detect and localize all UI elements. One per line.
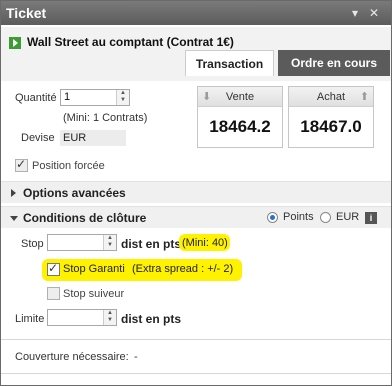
title-bar: Ticket ▾ ✕ bbox=[1, 1, 391, 25]
arrow-up-icon: ⬆ bbox=[359, 91, 369, 103]
limit-unit: dist en pts bbox=[121, 312, 182, 326]
devise-value: EUR bbox=[63, 132, 87, 144]
quantity-stepper-arrows[interactable]: ▲ ▼ bbox=[116, 90, 129, 105]
stop-unit: dist en pts bbox=[121, 237, 182, 251]
sell-price: 18464.2 bbox=[209, 117, 271, 136]
arrow-down-icon: ⬇ bbox=[202, 91, 212, 103]
window-title: Ticket bbox=[6, 5, 47, 21]
sell-header: ⬇ Vente bbox=[198, 87, 282, 107]
devise-label: Devise bbox=[21, 132, 55, 144]
chevron-right-icon bbox=[11, 189, 16, 197]
guaranteed-stop-label: Stop Garanti bbox=[63, 263, 125, 275]
stop-stepper-arrows[interactable]: ▲ ▼ bbox=[103, 235, 116, 250]
buy-label: Achat bbox=[316, 91, 346, 103]
advanced-options-title: Options avancées bbox=[23, 186, 126, 200]
chevron-down-icon[interactable]: ▼ bbox=[104, 242, 116, 249]
product-name: Wall Street au comptant (Contrat 1€) bbox=[27, 35, 234, 49]
info-icon[interactable]: i bbox=[365, 212, 377, 224]
buy-price-button[interactable]: Achat ⬆ 18467.0 bbox=[288, 86, 374, 148]
stop-distance-input[interactable]: ▲ ▼ bbox=[47, 234, 117, 251]
trailing-stop-label: Stop suiveur bbox=[63, 288, 125, 300]
limit-stepper-arrows[interactable]: ▲ ▼ bbox=[103, 310, 116, 325]
points-radio[interactable] bbox=[267, 212, 278, 223]
guaranteed-stop-checkbox[interactable] bbox=[47, 261, 60, 276]
divider bbox=[1, 373, 391, 374]
chevron-down-icon[interactable]: ▼ bbox=[104, 317, 116, 324]
advanced-options-header[interactable]: Options avancées bbox=[1, 181, 391, 203]
play-icon bbox=[9, 37, 21, 49]
eur-label: EUR bbox=[336, 211, 360, 223]
stop-label: Stop bbox=[21, 238, 44, 250]
tab-pending-orders[interactable]: Ordre en cours bbox=[278, 50, 390, 76]
ticket-window: Ticket ▾ ✕ Wall Street au comptant (Cont… bbox=[0, 0, 392, 386]
trailing-stop-checkbox[interactable] bbox=[47, 287, 60, 300]
chevron-down-icon bbox=[10, 216, 18, 221]
points-label: Points bbox=[283, 211, 314, 223]
close-icon[interactable]: ✕ bbox=[367, 6, 381, 20]
chevron-up-icon[interactable]: ▲ bbox=[104, 310, 116, 317]
quantity-min-note: (Mini: 1 Contrats) bbox=[63, 112, 148, 124]
coverage-value: - bbox=[134, 351, 138, 363]
devise-field: EUR bbox=[60, 130, 126, 146]
chevron-down-icon[interactable]: ▼ bbox=[117, 97, 129, 104]
quantity-value: 1 bbox=[64, 91, 71, 103]
quantity-label: Quantité bbox=[15, 92, 57, 104]
guaranteed-stop-note: (Extra spread : +/- 2) bbox=[132, 263, 234, 275]
tab-transaction[interactable]: Transaction bbox=[185, 50, 274, 76]
stop-min-note: (Mini: 40) bbox=[182, 237, 228, 249]
chevron-up-icon[interactable]: ▲ bbox=[117, 90, 129, 97]
quantity-stepper[interactable]: 1 ▲ ▼ bbox=[60, 89, 130, 106]
minimize-icon[interactable]: ▾ bbox=[348, 6, 362, 20]
limit-distance-input[interactable]: ▲ ▼ bbox=[47, 309, 117, 326]
forced-position-checkbox[interactable] bbox=[15, 157, 28, 172]
limit-label: Limite bbox=[15, 313, 45, 325]
sell-price-button[interactable]: ⬇ Vente 18464.2 bbox=[197, 86, 283, 148]
buy-price: 18467.0 bbox=[300, 117, 362, 136]
buy-header: Achat ⬆ bbox=[289, 87, 373, 107]
chevron-up-icon[interactable]: ▲ bbox=[104, 235, 116, 242]
sell-label: Vente bbox=[225, 91, 255, 103]
eur-radio[interactable] bbox=[320, 212, 331, 223]
closing-conditions-title: Conditions de clôture bbox=[23, 211, 147, 225]
divider bbox=[1, 339, 391, 340]
coverage-label: Couverture nécessaire: bbox=[15, 351, 129, 363]
forced-position-label: Position forcée bbox=[32, 160, 105, 172]
closing-conditions-header[interactable]: Conditions de clôture Points EUR i bbox=[1, 206, 391, 228]
